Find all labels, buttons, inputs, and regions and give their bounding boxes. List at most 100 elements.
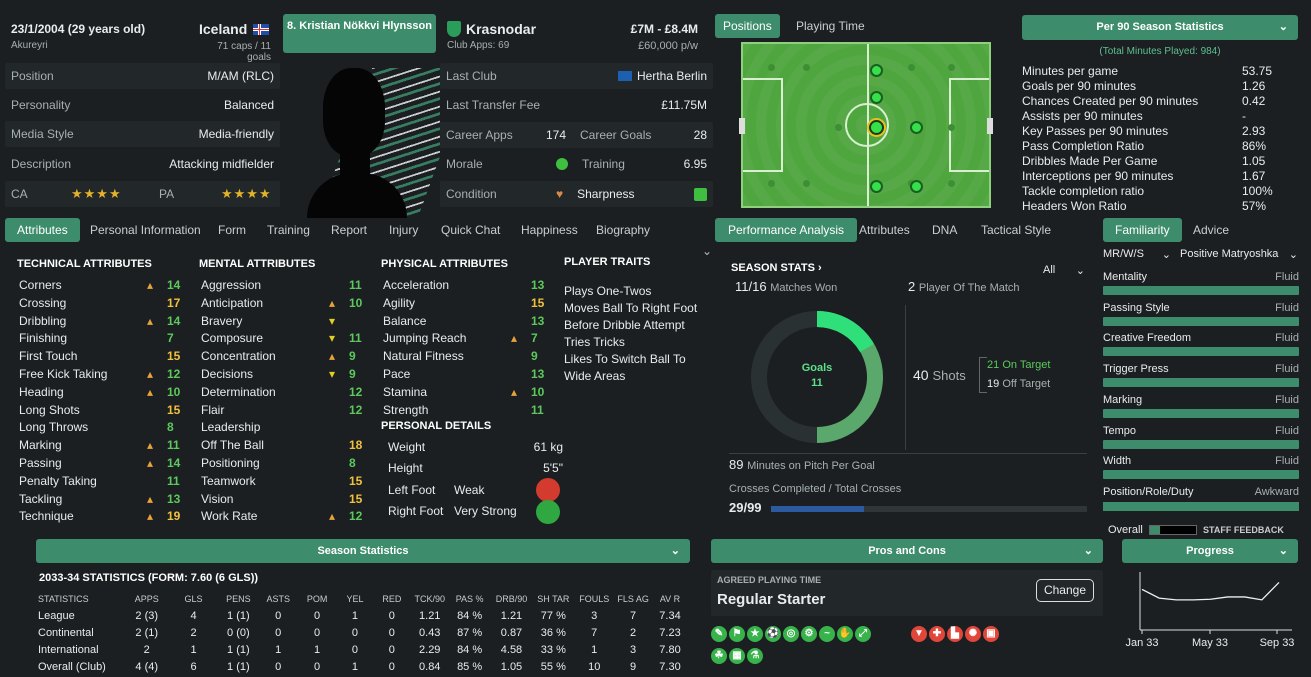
position-dot[interactable]	[910, 180, 923, 193]
column-header[interactable]: AV R	[652, 590, 688, 607]
table-header-row: STATISTICS APPS GLS PENS ASTS POM YEL RED TCK/90…	[38, 590, 688, 607]
style-select[interactable]: Positive Matryoshka ⌄	[1180, 248, 1298, 261]
player-name-button[interactable]: 8. Kristian Nökkvi Hlynsson	[283, 14, 436, 53]
target-icon[interactable]: ◎	[783, 626, 799, 642]
pros-icons-row2: ☘ ▦ ⚗	[711, 647, 811, 664]
tab-happiness[interactable]: Happiness	[513, 218, 586, 242]
tab-familiarity[interactable]: Familiarity	[1103, 218, 1182, 242]
tab-perf-attributes[interactable]: Attributes	[851, 218, 918, 242]
player-wage: £60,000 p/w	[638, 40, 698, 52]
tab-form[interactable]: Form	[210, 218, 254, 242]
flask-icon[interactable]: ⚗	[747, 648, 763, 664]
tab-dna[interactable]: DNA	[924, 218, 965, 242]
attribute-name: Heading	[19, 384, 64, 399]
pin-icon[interactable]: ⤢	[855, 626, 871, 642]
table-cell: 1.05	[500, 660, 523, 673]
change-button[interactable]: Change	[1036, 579, 1094, 602]
familiarity-label: Tempo	[1103, 424, 1137, 437]
tab-injury[interactable]: Injury	[381, 218, 426, 242]
column-header[interactable]: FOULS	[574, 590, 614, 607]
player-traits: PLAYER TRAITS Plays One-Twos Moves Ball …	[564, 256, 704, 386]
column-header[interactable]: YEL	[337, 590, 373, 607]
chevron-down-icon: ⌄	[1075, 265, 1085, 277]
morale-icon[interactable]	[556, 158, 568, 170]
boot-icon[interactable]: ▙	[947, 626, 963, 642]
column-header[interactable]: POM	[297, 590, 337, 607]
column-header[interactable]: FLS AG	[614, 590, 652, 607]
familiarity-bar	[1103, 347, 1299, 357]
position-dot[interactable]	[870, 91, 883, 104]
card-icon[interactable]: ▣	[983, 626, 999, 642]
table-row[interactable]: International 2 1 1 (1) 1 1 0 0 2.29 84 % 4.58 33 %…	[38, 641, 688, 658]
table-cell: 36 %	[540, 626, 566, 639]
career-apps-label: Career Apps	[446, 128, 513, 142]
familiarity-row: Width Fluid	[1103, 455, 1299, 486]
table-row[interactable]: Overall (Club) 4 (4) 6 1 (1) 0 0 1 0 0.84 85 % 1.0…	[38, 658, 688, 675]
flag-icon[interactable]: ⚑	[729, 626, 745, 642]
tab-tactical-style[interactable]: Tactical Style	[973, 218, 1059, 242]
position-dot[interactable]	[870, 180, 883, 193]
table-row[interactable]: League 2 (3) 4 1 (1) 0 0 1 0 1.21 84 % 1.21 77 % 3 7 7…	[38, 607, 688, 624]
mins-per-goal-label: Minutes on Pitch Per Goal	[747, 460, 875, 472]
position-dot[interactable]	[870, 64, 883, 77]
formation-select[interactable]: MR/W/S ⌄	[1103, 248, 1171, 261]
last-club-value[interactable]: Hertha Berlin	[637, 69, 707, 83]
column-header[interactable]: PENS	[217, 590, 259, 607]
pros-icons: ✎ ⚑ ★ ⚽ ◎ ⚙ ~ ✋ ⤢	[711, 625, 911, 642]
column-header[interactable]: ASTS	[259, 590, 297, 607]
ball-icon[interactable]: ⚽	[765, 626, 781, 642]
glove-icon[interactable]: ✋	[837, 626, 853, 642]
tab-report[interactable]: Report	[323, 218, 375, 242]
attribute-name: Decisions	[201, 367, 254, 381]
wrench-icon[interactable]: ✎	[711, 626, 727, 642]
ball-fire-icon[interactable]: ✺	[965, 626, 981, 642]
pros-cons-header[interactable]: Pros and Cons ⌄	[711, 539, 1103, 563]
tab-positions[interactable]: Positions	[715, 14, 780, 38]
wave-icon[interactable]: ~	[819, 626, 835, 642]
tab-quick-chat[interactable]: Quick Chat	[433, 218, 508, 242]
tab-personal-information[interactable]: Personal Information	[82, 218, 209, 242]
column-header[interactable]: DRB/90	[491, 590, 533, 607]
position-dot[interactable]	[910, 121, 923, 134]
column-header[interactable]: RED	[373, 590, 411, 607]
overall-bar-fill	[1150, 526, 1160, 534]
tab-advice[interactable]: Advice	[1185, 218, 1237, 242]
column-header[interactable]: TCK/90	[411, 590, 449, 607]
staff-feedback[interactable]: STAFF FEEDBACK	[1203, 525, 1284, 535]
column-header[interactable]: PAS %	[449, 590, 491, 607]
tab-attributes[interactable]: Attributes	[5, 218, 80, 242]
tab-biography[interactable]: Biography	[588, 218, 658, 242]
cross-icon[interactable]: ✚	[929, 626, 945, 642]
info-value: Balanced	[223, 98, 274, 112]
boots-icon[interactable]: ⚙	[801, 626, 817, 642]
club-name[interactable]: Krasnodar	[466, 21, 536, 37]
calendar-icon[interactable]: ▦	[729, 648, 745, 664]
tab-training[interactable]: Training	[259, 218, 318, 242]
season-statistics-header[interactable]: Season Statistics ⌄	[36, 539, 690, 563]
mid-info-panel: Last Club Hertha Berlin Last Transfer Fee…	[440, 63, 713, 208]
table-row[interactable]: Continental 2 (1) 2 0 (0) 0 0 0 0 0.43 87 % 0.87 36…	[38, 624, 688, 641]
per90-header[interactable]: Per 90 Season Statistics ⌄	[1022, 15, 1298, 40]
attribute-value: 8	[349, 456, 356, 470]
column-header[interactable]: SH TAR	[532, 590, 574, 607]
column-header[interactable]: APPS	[124, 590, 170, 607]
tab-playing-time[interactable]: Playing Time	[788, 14, 873, 38]
ca-label: CA	[11, 187, 28, 201]
filter-select[interactable]: All ⌄	[1043, 264, 1085, 277]
tab-performance-analysis[interactable]: Performance Analysis	[715, 218, 858, 242]
column-header[interactable]: GLS	[170, 590, 218, 607]
progress-header[interactable]: Progress ⌄	[1122, 539, 1298, 563]
nation-name[interactable]: Iceland	[199, 21, 247, 37]
leaf-icon[interactable]: ☘	[711, 648, 727, 664]
attribute-value: 13	[531, 278, 545, 292]
attribute-name: Natural Fitness	[383, 349, 464, 364]
season-stats-link[interactable]: SEASON STATS ›	[731, 262, 822, 274]
star-icon[interactable]: ★	[747, 626, 763, 642]
season-statistics-title: Season Statistics	[317, 545, 409, 557]
chevron-down-icon: ⌄	[1288, 249, 1298, 261]
shield-icon[interactable]: ▼	[911, 626, 927, 642]
per90-value: 0.42	[1242, 94, 1266, 108]
column-header[interactable]: STATISTICS	[38, 590, 124, 607]
position-dot-selected[interactable]	[869, 120, 884, 135]
familiarity-bar	[1103, 378, 1299, 388]
